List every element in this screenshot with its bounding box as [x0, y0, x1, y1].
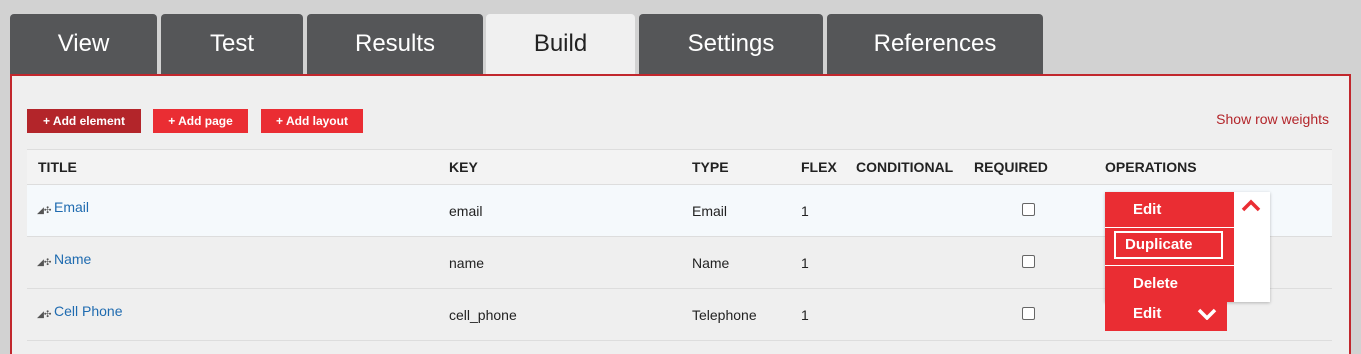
add-page-button[interactable]: + Add page: [153, 109, 248, 133]
element-key: name: [449, 255, 485, 271]
required-checkbox[interactable]: [1022, 255, 1035, 268]
element-title-link[interactable]: Email: [54, 199, 89, 215]
element-key: cell_phone: [449, 307, 517, 323]
drag-handle-icon[interactable]: ◢✣: [37, 309, 51, 320]
add-element-button[interactable]: + Add element: [27, 109, 141, 133]
tab-test[interactable]: Test: [161, 14, 303, 74]
drag-handle-icon[interactable]: ◢✣: [37, 205, 51, 216]
element-flex: 1: [801, 255, 809, 271]
required-checkbox[interactable]: [1022, 307, 1035, 320]
header-type: TYPE: [692, 159, 729, 175]
edit-button[interactable]: Edit: [1105, 192, 1234, 227]
tab-label: View: [57, 30, 110, 57]
element-flex: 1: [801, 307, 809, 323]
delete-button[interactable]: Delete: [1105, 266, 1234, 302]
chevron-down-icon[interactable]: [1197, 308, 1217, 320]
header-flex: FLEX: [801, 159, 837, 175]
tab-references[interactable]: References: [827, 14, 1043, 74]
edit-label: Edit: [1133, 305, 1162, 322]
tab-label: References: [873, 30, 997, 57]
chevron-up-icon[interactable]: [1240, 197, 1262, 218]
tab-settings[interactable]: Settings: [639, 14, 823, 74]
tab-label: Settings: [687, 30, 775, 57]
header-required: REQUIRED: [974, 159, 1048, 175]
duplicate-button[interactable]: Duplicate: [1114, 231, 1223, 259]
drag-handle-icon[interactable]: ◢✣: [37, 257, 51, 268]
element-key: email: [449, 203, 483, 219]
element-flex: 1: [801, 203, 809, 219]
element-type: Name: [692, 255, 730, 271]
duplicate-button-wrap: Duplicate: [1105, 228, 1234, 265]
header-key: KEY: [449, 159, 478, 175]
header-conditional: CONDITIONAL: [856, 159, 954, 175]
table-header: TITLE KEY TYPE FLEX CONDITIONAL REQUIRED…: [27, 149, 1332, 185]
element-title-link[interactable]: Cell Phone: [54, 303, 123, 319]
element-title-link[interactable]: Name: [54, 251, 91, 267]
tab-label: Test: [209, 30, 254, 57]
tab-label: Results: [354, 30, 436, 57]
element-type: Email: [692, 203, 728, 219]
tab-results[interactable]: Results: [307, 14, 483, 74]
element-type: Telephone: [692, 307, 757, 323]
header-operations: OPERATIONS: [1105, 159, 1197, 175]
tab-build[interactable]: Build: [486, 14, 635, 76]
add-layout-button[interactable]: + Add layout: [261, 109, 363, 133]
next-row-edit-button[interactable]: Edit: [1105, 301, 1227, 331]
show-row-weights-link[interactable]: Show row weights: [1216, 111, 1329, 127]
header-title: TITLE: [38, 159, 77, 175]
tab-label: Build: [533, 30, 588, 57]
tab-view[interactable]: View: [10, 14, 157, 74]
required-checkbox[interactable]: [1022, 203, 1035, 216]
